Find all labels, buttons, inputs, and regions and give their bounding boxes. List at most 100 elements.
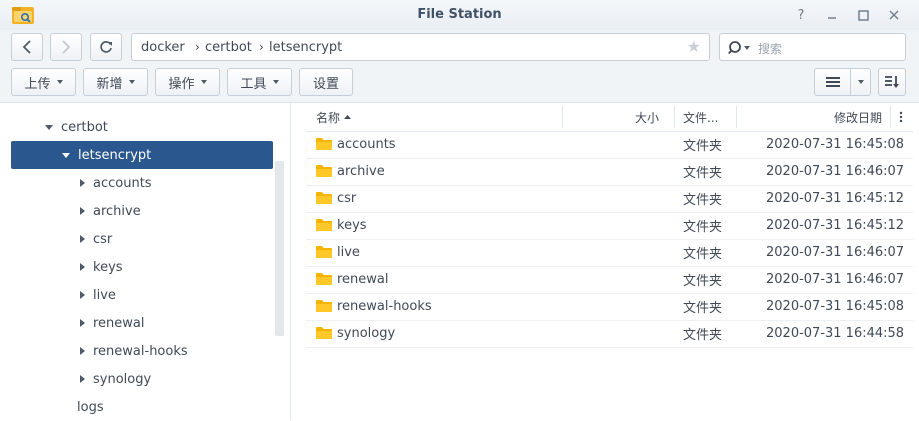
chevron-down-icon (200, 80, 207, 84)
chevron-right-icon[interactable] (80, 291, 85, 299)
folder-icon (316, 246, 332, 258)
file-modified: 2020-07-31 16:45:08 (766, 137, 905, 152)
folder-icon (316, 273, 332, 285)
expand-icon[interactable] (45, 124, 53, 130)
file-type: 文件夹 (683, 274, 723, 289)
breadcrumb-certbot[interactable]: certbot (205, 40, 252, 55)
forward-icon (62, 40, 71, 54)
file-modified: 2020-07-31 16:46:07 (766, 272, 905, 287)
file-row[interactable]: accounts 文件夹 2020-07-31 16:45:08 (306, 131, 913, 159)
tree-item-renewal[interactable]: renewal (80, 309, 145, 337)
tree-item-accounts[interactable]: accounts (80, 169, 152, 197)
column-type[interactable]: 文件... (683, 103, 718, 131)
file-modified: 2020-07-31 16:45:08 (766, 299, 905, 314)
tools-button[interactable]: 工具 (227, 68, 292, 96)
refresh-button[interactable] (90, 33, 122, 61)
folder-icon (316, 165, 332, 177)
column-divider[interactable] (890, 106, 891, 128)
action-toolbar: 上传 新增 操作 工具 设置 (0, 64, 919, 103)
tree-item-logs[interactable]: logs (77, 393, 104, 421)
chevron-right-icon[interactable] (80, 207, 85, 215)
tree-label: archive (93, 203, 141, 219)
tree-item-renewal-hooks[interactable]: renewal-hooks (80, 337, 188, 365)
tree-label: csr (93, 231, 113, 247)
tree-item-synology[interactable]: synology (80, 365, 151, 393)
file-name: renewal-hooks (337, 299, 432, 314)
column-name[interactable]: 名称 (316, 103, 353, 131)
settings-button[interactable]: 设置 (299, 68, 353, 96)
column-divider[interactable] (674, 106, 675, 128)
file-row[interactable]: synology 文件夹 2020-07-31 16:44:58 (306, 320, 913, 348)
chevron-right-icon[interactable] (80, 319, 85, 327)
back-button[interactable] (11, 33, 43, 61)
action-label: 操作 (168, 76, 195, 92)
search-icon[interactable] (728, 40, 754, 56)
view-mode-dropdown[interactable] (850, 68, 871, 96)
list-view-button[interactable] (814, 68, 851, 96)
tree-label: live (93, 287, 116, 303)
chevron-right-icon[interactable] (80, 347, 85, 355)
sort-ascending-icon (344, 115, 352, 119)
tree-item-keys[interactable]: keys (80, 253, 123, 281)
file-modified: 2020-07-31 16:45:12 (766, 218, 905, 233)
minimize-icon[interactable] (823, 6, 841, 24)
expand-icon[interactable] (62, 152, 70, 158)
file-name: archive (337, 164, 385, 179)
chevron-down-icon (56, 80, 63, 84)
column-menu-icon[interactable] (899, 103, 903, 131)
file-row[interactable]: renewal 文件夹 2020-07-31 16:46:07 (306, 266, 913, 294)
tree-label: accounts (93, 175, 152, 191)
column-name-label: 名称 (316, 110, 341, 125)
folder-icon (316, 138, 332, 150)
path-bar[interactable]: docker › certbot › letsencrypt ★ (131, 33, 710, 61)
file-row[interactable]: keys 文件夹 2020-07-31 16:45:12 (306, 212, 913, 240)
tree-item-archive[interactable]: archive (80, 197, 141, 225)
folder-icon (316, 300, 332, 312)
tree-label: renewal-hooks (93, 343, 188, 359)
help-icon[interactable]: ? (792, 6, 810, 24)
maximize-icon[interactable] (854, 6, 872, 24)
column-modified[interactable]: 修改日期 (736, 103, 882, 131)
sidebar-scrollbar[interactable] (275, 161, 284, 336)
action-button[interactable]: 操作 (155, 68, 220, 96)
star-icon[interactable]: ★ (687, 37, 701, 56)
chevron-right-icon[interactable] (80, 235, 85, 243)
tree-item-live[interactable]: live (80, 281, 116, 309)
tree-label: letsencrypt (78, 147, 152, 163)
file-type: 文件夹 (683, 139, 723, 154)
folder-tree: certbot letsencrypt accounts archive csr… (0, 103, 291, 420)
file-type: 文件夹 (683, 301, 723, 316)
file-name: accounts (337, 137, 396, 152)
tree-item-csr[interactable]: csr (80, 225, 112, 253)
tree-label: synology (93, 371, 152, 387)
tree-item-certbot[interactable]: certbot (45, 113, 108, 141)
column-size-label: 大小 (634, 110, 659, 125)
chevron-right-icon[interactable] (80, 179, 85, 187)
file-modified: 2020-07-31 16:46:07 (766, 164, 905, 179)
search-placeholder: 搜索 (758, 42, 783, 56)
breadcrumb-separator: › (195, 40, 200, 54)
file-row[interactable]: live 文件夹 2020-07-31 16:46:07 (306, 239, 913, 267)
file-row[interactable]: csr 文件夹 2020-07-31 16:45:12 (306, 185, 913, 213)
chevron-right-icon[interactable] (80, 375, 85, 383)
breadcrumb-docker[interactable]: docker (141, 40, 185, 55)
upload-label: 上传 (24, 76, 51, 92)
tree-label: keys (93, 259, 123, 275)
upload-button[interactable]: 上传 (11, 68, 76, 96)
column-size[interactable]: 大小 (562, 103, 659, 131)
close-icon[interactable] (885, 6, 903, 24)
new-button[interactable]: 新增 (83, 68, 148, 96)
file-row[interactable]: archive 文件夹 2020-07-31 16:46:07 (306, 158, 913, 186)
chevron-right-icon[interactable] (80, 263, 85, 271)
search-box[interactable]: 搜索 (719, 33, 906, 61)
tree-item-letsencrypt[interactable]: letsencrypt (11, 141, 273, 169)
file-name: csr (337, 191, 357, 206)
sort-button[interactable] (878, 68, 906, 96)
breadcrumb-letsencrypt[interactable]: letsencrypt (269, 40, 342, 55)
file-modified: 2020-07-31 16:46:07 (766, 245, 905, 260)
forward-button[interactable] (50, 33, 82, 61)
file-row[interactable]: renewal-hooks 文件夹 2020-07-31 16:45:08 (306, 293, 913, 321)
back-icon (22, 40, 31, 54)
folder-icon (316, 327, 332, 339)
list-view-icon (825, 77, 840, 87)
